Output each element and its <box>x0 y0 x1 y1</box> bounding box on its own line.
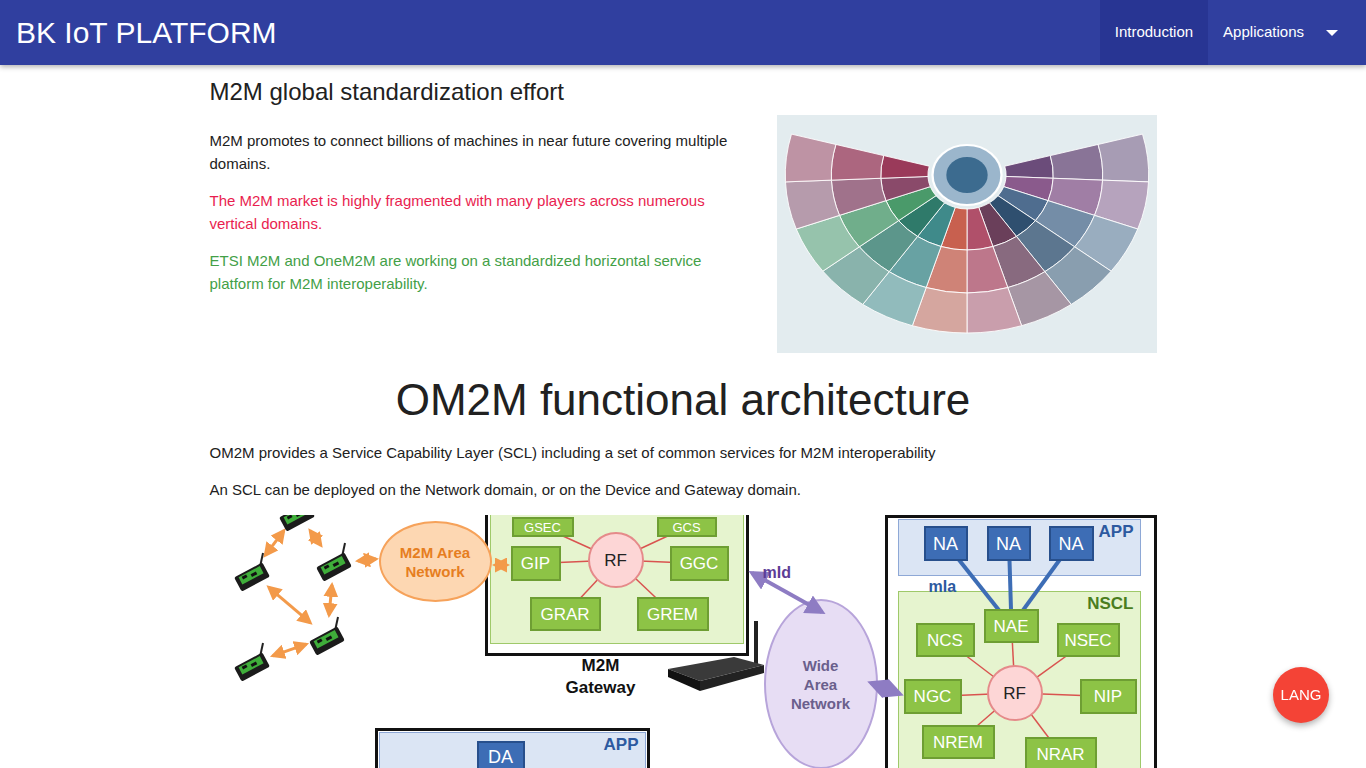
sensor-device-icon <box>312 541 356 585</box>
nav-menu: Introduction Applications <box>1100 0 1355 65</box>
intro-text: M2M promotes to connect billions of mach… <box>210 115 750 353</box>
caption-label: mId <box>763 564 791 581</box>
radio-link-line <box>495 564 507 567</box>
sensor-device-icon <box>230 551 274 595</box>
capability-node: GSEC <box>512 517 574 537</box>
nav-item-label[interactable]: Applications <box>1223 21 1304 44</box>
intro-paragraph: The M2M market is highly fragmented with… <box>210 189 750 235</box>
radio-link-line <box>329 585 332 615</box>
lang-button[interactable]: LANG <box>1273 667 1329 723</box>
node-label: NGC <box>914 688 952 705</box>
nav-item-label[interactable]: Introduction <box>1115 21 1193 44</box>
section-title: M2M global standardization effort <box>210 78 1157 105</box>
network-cloud: M2M Area Network <box>379 521 492 602</box>
brand-logo[interactable]: BK IoT PLATFORM <box>0 0 277 65</box>
diagram-caption: mIa <box>929 575 957 599</box>
region-label: APP <box>1099 522 1134 542</box>
caption-label: mIa <box>929 578 957 595</box>
capability-node: GRAR <box>530 597 601 631</box>
node-label: DA <box>488 748 513 766</box>
radio-link-line <box>272 644 305 656</box>
region-label: NSCL <box>1087 594 1133 614</box>
intro-row: M2M promotes to connect billions of mach… <box>210 115 1157 353</box>
node-label: GREM <box>647 606 698 623</box>
architecture-paragraph: An SCL can be deployed on the Network do… <box>210 478 1157 501</box>
node-label: RF <box>604 552 627 569</box>
capability-node: NA <box>1049 526 1094 561</box>
router-icon <box>664 619 768 703</box>
page-content: M2M global standardization effort M2M pro… <box>210 78 1157 768</box>
capability-node: GIP <box>511 546 561 581</box>
capability-node: RF <box>987 665 1043 721</box>
capability-node: NRAR <box>1025 737 1097 768</box>
capability-node: NREM <box>922 725 995 759</box>
sensor-device-icon <box>230 641 274 685</box>
infographic-image <box>777 115 1157 353</box>
sensor-device-icon <box>305 615 349 659</box>
capability-node: NIP <box>1080 679 1137 714</box>
capability-node: NA <box>924 526 968 561</box>
nav-item[interactable]: Applications <box>1208 0 1355 65</box>
dropdown-caret-icon[interactable] <box>1326 30 1338 36</box>
node-label: NA <box>1058 535 1083 553</box>
nav-item[interactable]: Introduction <box>1100 0 1208 65</box>
architecture-paragraph: OM2M provides a Service Capability Layer… <box>210 441 1157 464</box>
node-label: GIP <box>521 555 550 572</box>
diagram-caption: M2M Gateway <box>555 655 647 699</box>
sensor-device-icon <box>275 515 319 535</box>
capability-node: GCS <box>657 517 717 537</box>
node-label: NA <box>933 535 958 553</box>
node-label: GCS <box>672 521 700 534</box>
capability-node: NA <box>987 526 1031 561</box>
node-label: NIP <box>1094 688 1122 705</box>
radio-link-line <box>310 531 321 546</box>
node-label: NSEC <box>1064 632 1111 649</box>
capability-node: NCS <box>916 623 975 657</box>
node-label: GRAR <box>540 606 589 623</box>
intro-section: M2M global standardization effort M2M pro… <box>210 78 1157 353</box>
radio-link-line <box>358 559 376 561</box>
capability-node: GGC <box>670 546 729 581</box>
capability-node: GREM <box>637 597 709 631</box>
node-label: NREM <box>933 734 983 751</box>
region-label: APP <box>604 735 639 755</box>
top-navbar: BK IoT PLATFORM Introduction Applications <box>0 0 1366 65</box>
node-label: NCS <box>927 632 963 649</box>
mid-link-line <box>871 683 900 694</box>
node-label: NA <box>996 535 1021 553</box>
intro-paragraph: M2M promotes to connect billions of mach… <box>210 129 750 175</box>
capability-node: NSEC <box>1057 623 1120 657</box>
capability-node: RF <box>588 532 644 588</box>
capability-node: NAE <box>984 609 1039 643</box>
capability-node: NGC <box>904 679 962 714</box>
diagram-caption: mId <box>763 561 791 585</box>
node-label: RF <box>1003 685 1026 702</box>
node-label: NAE <box>994 618 1029 635</box>
radio-link-line <box>265 531 284 556</box>
cloud-label: Wide Area Network <box>790 656 852 713</box>
radio-link-line <box>268 587 310 622</box>
node-label: GSEC <box>524 521 561 534</box>
cloud-label: M2M Area Network <box>397 543 473 581</box>
node-label: GGC <box>680 555 719 572</box>
caption-label: M2M Gateway <box>566 656 636 697</box>
node-label: NRAR <box>1036 746 1084 763</box>
capability-node: DA <box>477 741 525 768</box>
architecture-section: OM2M functional architecture OM2M provide… <box>210 373 1157 768</box>
intro-paragraph: ETSI M2M and OneM2M are working on a sta… <box>210 249 750 295</box>
network-cloud: Wide Area Network <box>764 599 878 768</box>
section-heading: OM2M functional architecture <box>210 373 1157 426</box>
architecture-diagram: APP NSCL APP M2M Area Network Wide Area Netw… <box>210 515 1157 768</box>
